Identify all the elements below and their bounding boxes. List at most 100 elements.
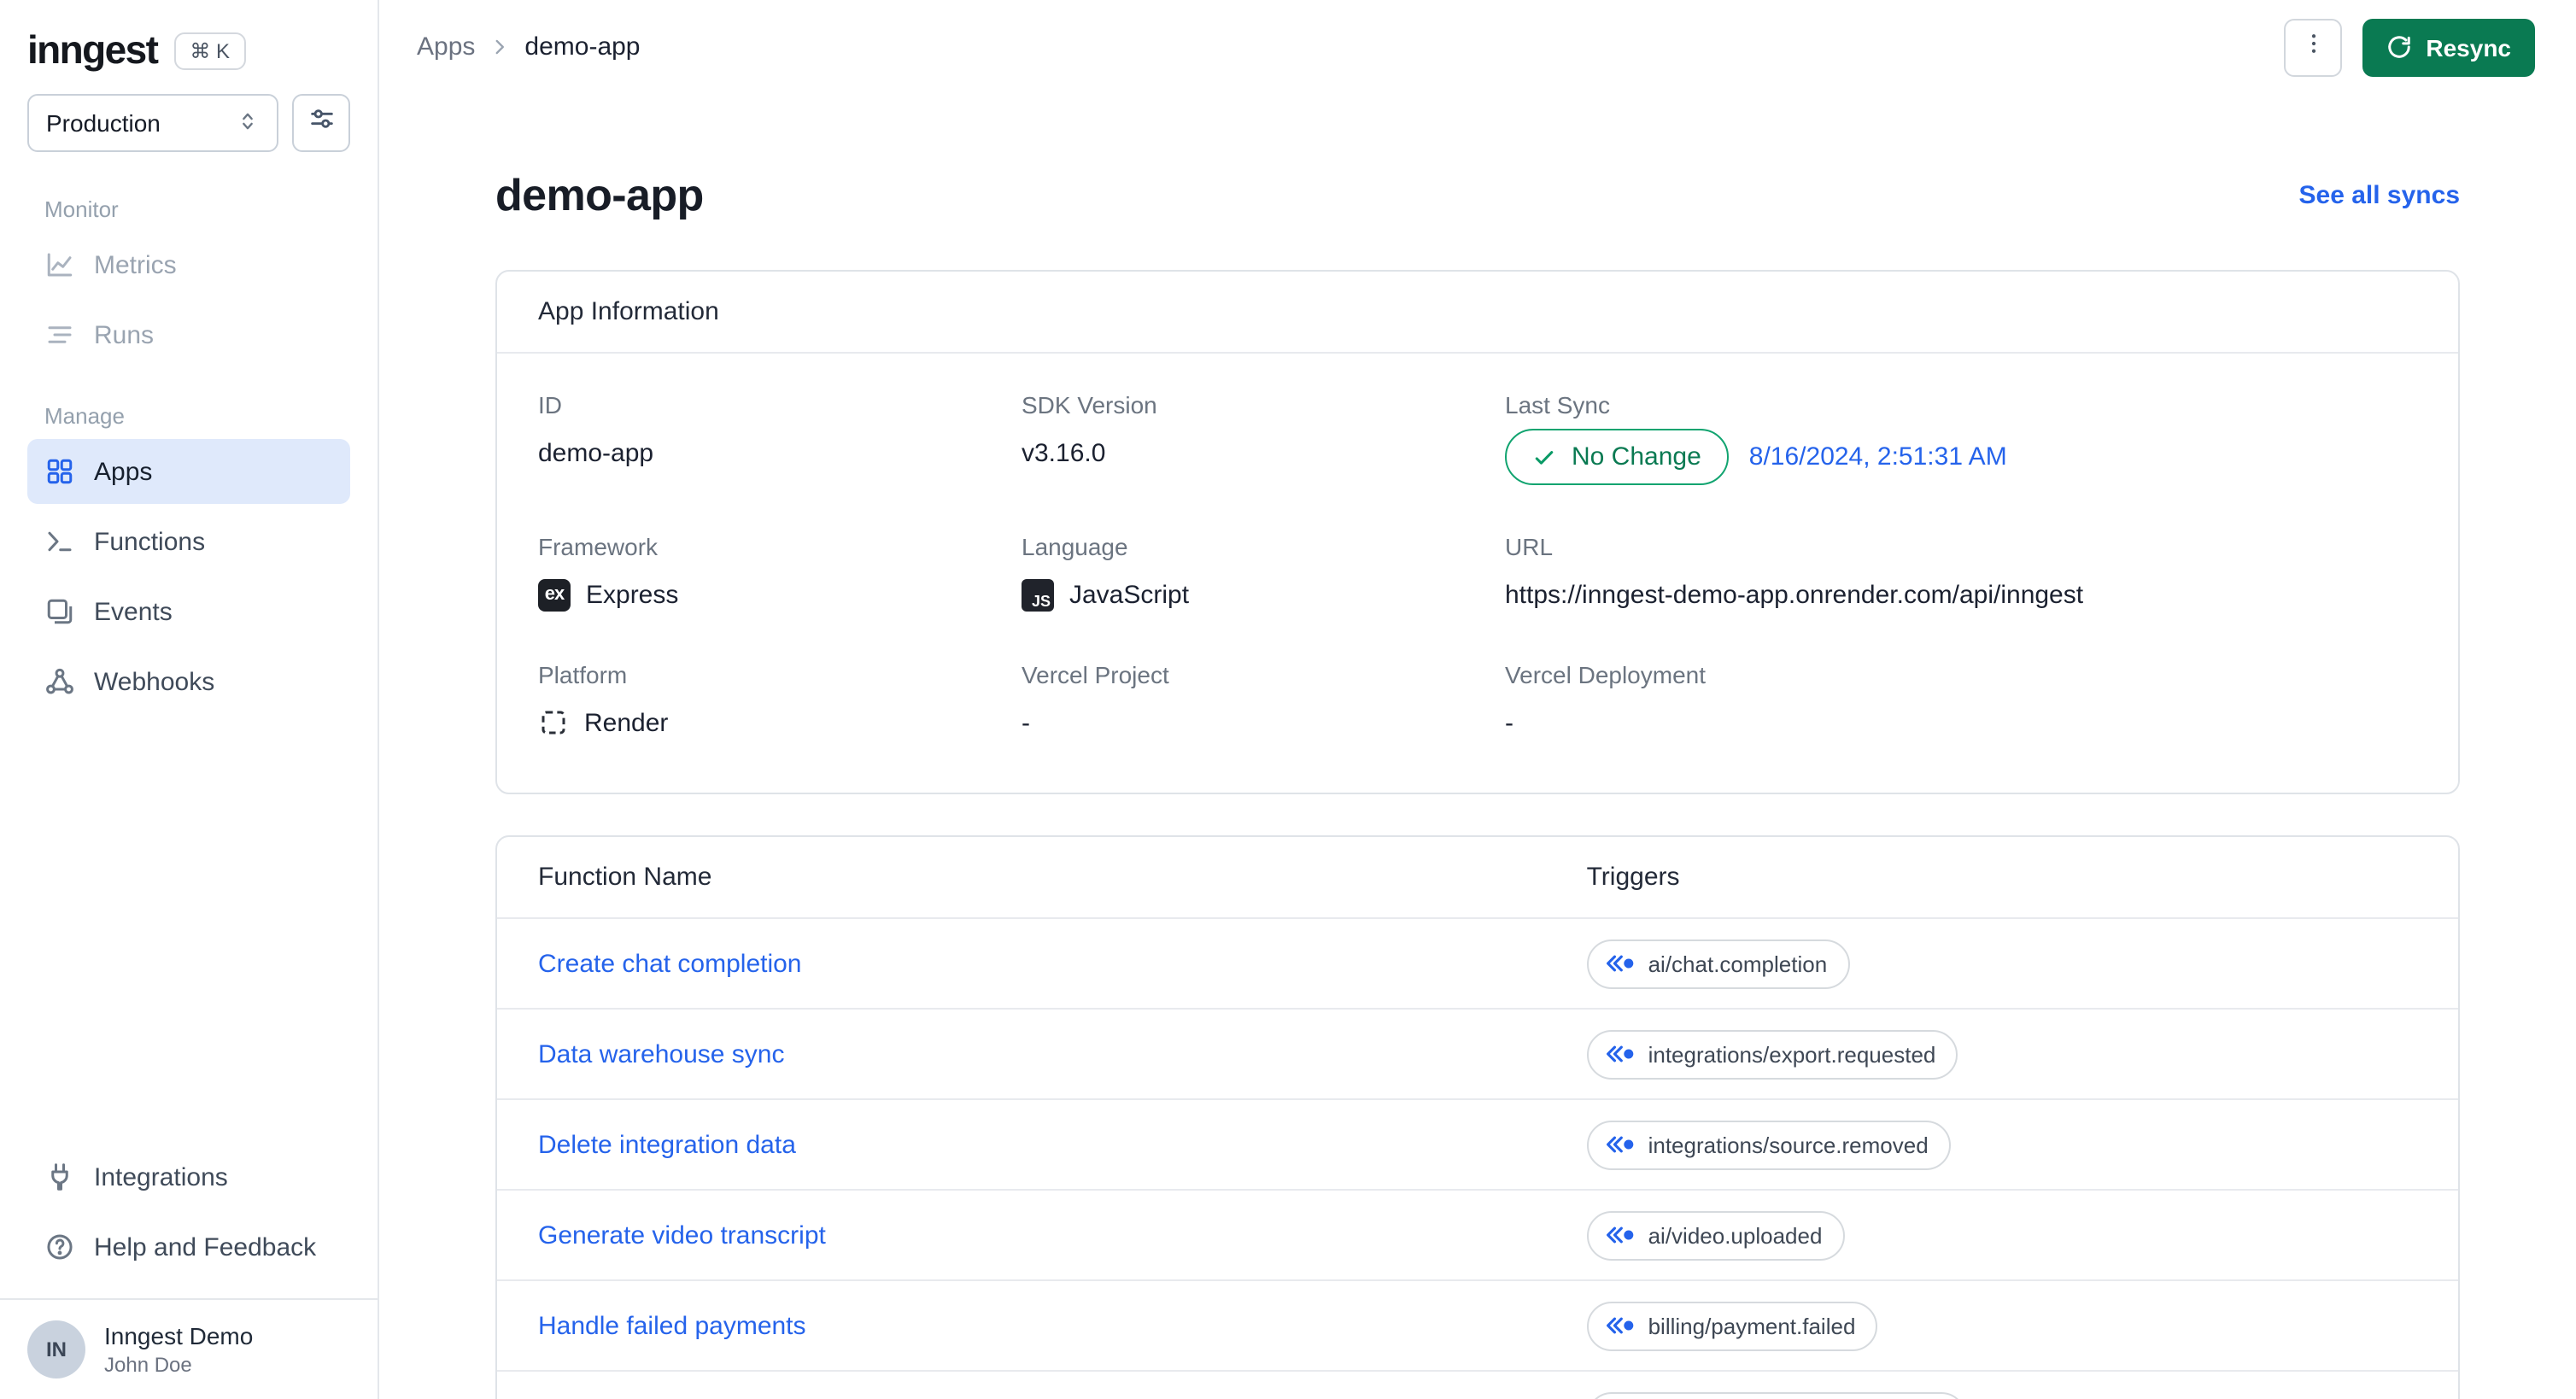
field-label: Last Sync [1505, 391, 1610, 419]
sidebar-item-webhooks[interactable]: Webhooks [27, 649, 350, 714]
resync-button-label: Resync [2426, 33, 2511, 61]
breadcrumb-apps[interactable]: Apps [417, 32, 475, 61]
render-logo-icon [538, 707, 569, 738]
no-change-label: No Change [1572, 442, 1701, 471]
trigger-name: integrations/export.requested [1648, 1041, 1936, 1067]
trigger-name: billing/payment.failed [1648, 1313, 1856, 1338]
sidebar-item-help-and-feedback[interactable]: Help and Feedback [27, 1215, 350, 1279]
function-link[interactable]: Handle failed payments [538, 1311, 1587, 1340]
user-menu[interactable]: IN Inngest Demo John Doe [0, 1298, 378, 1399]
field-label: Vercel Deployment [1505, 661, 1707, 688]
section-label-monitor: Monitor [44, 196, 119, 222]
table-row: Generate video transcript ai/video.uploa… [497, 1189, 2458, 1279]
chevron-right-icon [489, 36, 511, 58]
trigger-name: ai/chat.completion [1648, 951, 1828, 976]
sidebar-item-label: Runs [94, 320, 155, 349]
javascript-logo-icon: JS [1022, 578, 1054, 611]
field-value: Express [586, 580, 679, 609]
table-row: Data warehouse sync integrations/export.… [497, 1008, 2458, 1098]
functions-table-header: Function Name Triggers [497, 837, 2458, 917]
field-value: - [1022, 708, 1030, 737]
trigger-name: ai/video.uploaded [1648, 1222, 1823, 1248]
field-label: Language [1022, 533, 1128, 560]
sidebar-item-functions[interactable]: Functions [27, 509, 350, 574]
sidebar-item-events[interactable]: Events [27, 579, 350, 644]
field-url: URL https://inngest-demo-app.onrender.co… [1505, 533, 2417, 613]
trigger-badge[interactable]: integrations/export.requested [1586, 1029, 1958, 1079]
trigger-badge[interactable]: billing/payment.failed [1586, 1301, 1878, 1350]
environment-selector[interactable]: Production [27, 94, 278, 152]
environment-selector-value: Production [46, 109, 161, 137]
event-trigger-icon [1606, 1225, 1635, 1245]
sidebar-item-runs[interactable]: Runs [27, 302, 350, 367]
column-header-function-name: Function Name [538, 863, 712, 892]
sidebar-item-integrations[interactable]: Integrations [27, 1144, 350, 1209]
sidebar-item-metrics[interactable]: Metrics [27, 232, 350, 297]
app-information-title: App Information [497, 272, 2458, 354]
trigger-badge[interactable]: ai/chat.completion [1586, 939, 1850, 988]
trigger-badge[interactable]: integrations/source.connected [1586, 1391, 1967, 1399]
table-row: Create chat completion ai/chat.completio… [497, 917, 2458, 1008]
trigger-badge[interactable]: integrations/source.removed [1586, 1120, 1951, 1169]
table-row: Handle failed payments billing/payment.f… [497, 1279, 2458, 1370]
function-link[interactable]: Data warehouse sync [538, 1039, 1587, 1068]
avatar: IN [27, 1320, 85, 1379]
sidebar-item-label: Functions [94, 527, 206, 556]
see-all-syncs-link[interactable]: See all syncs [2299, 181, 2460, 210]
no-change-status-badge: No Change [1505, 429, 1729, 485]
sidebar: inngest ⌘ K Production Monitor Metrics R… [0, 0, 379, 1399]
sidebar-item-apps[interactable]: Apps [27, 439, 350, 504]
event-trigger-icon [1606, 1315, 1635, 1336]
apps-grid-icon [44, 456, 75, 487]
command-k-shortcut-badge[interactable]: ⌘ K [174, 32, 246, 69]
main-area: Apps demo-app Resync demo-app See all sy… [379, 0, 2576, 1399]
function-link[interactable]: Delete integration data [538, 1130, 1587, 1159]
field-label: SDK Version [1022, 391, 1157, 419]
trigger-badge[interactable]: ai/video.uploaded [1586, 1210, 1845, 1260]
event-trigger-icon [1606, 1134, 1635, 1155]
function-link[interactable]: Generate video transcript [538, 1220, 1587, 1250]
page-content: demo-app See all syncs App Information I… [379, 94, 2576, 1399]
sidebar-item-label: Apps [94, 457, 153, 486]
more-options-button[interactable] [2284, 18, 2343, 76]
field-language: Language JS JavaScript [1022, 533, 1478, 613]
sidebar-item-label: Help and Feedback [94, 1232, 317, 1261]
user-name: Inngest Demo [104, 1322, 254, 1349]
field-label: Platform [538, 661, 628, 688]
environment-settings-button[interactable] [292, 94, 350, 152]
sidebar-item-label: Webhooks [94, 667, 215, 696]
resync-button[interactable]: Resync [2362, 18, 2535, 76]
field-value: Render [584, 708, 669, 737]
field-label: ID [538, 391, 562, 419]
function-link[interactable]: Create chat completion [538, 949, 1587, 978]
field-sdk-version: SDK Version v3.16.0 [1022, 391, 1478, 485]
breadcrumb: Apps demo-app [417, 32, 641, 61]
field-id: ID demo-app [538, 391, 994, 485]
field-vercel-deployment: Vercel Deployment - [1505, 661, 2417, 741]
breadcrumb-current: demo-app [524, 32, 641, 61]
field-value: JavaScript [1069, 580, 1190, 609]
events-icon [44, 596, 75, 627]
table-row: Delete integration data integrations/sou… [497, 1098, 2458, 1189]
functions-icon [44, 526, 75, 557]
sliders-icon [307, 104, 336, 142]
table-row: Import data pipeline integrations/source… [497, 1370, 2458, 1399]
field-value: - [1505, 708, 1513, 737]
sidebar-item-label: Integrations [94, 1162, 228, 1191]
last-sync-timestamp-link[interactable]: 8/16/2024, 2:51:31 AM [1749, 442, 2007, 471]
field-label: Vercel Project [1022, 661, 1169, 688]
check-icon [1532, 445, 1556, 469]
field-framework: Framework ex Express [538, 533, 994, 613]
sidebar-item-label: Events [94, 597, 173, 626]
field-value: demo-app [538, 438, 654, 467]
top-bar: Apps demo-app Resync [379, 0, 2576, 94]
refresh-icon [2386, 34, 2412, 60]
field-last-sync: Last Sync No Change 8/16/2024, 2:51:31 A… [1505, 391, 2417, 485]
help-circle-icon [44, 1232, 75, 1262]
column-header-triggers: Triggers [1586, 863, 1680, 892]
app-information-card: App Information ID demo-app SDK Version … [495, 270, 2460, 794]
chevron-up-down-icon [236, 108, 260, 138]
runs-list-icon [44, 319, 75, 350]
field-label: Framework [538, 533, 659, 560]
